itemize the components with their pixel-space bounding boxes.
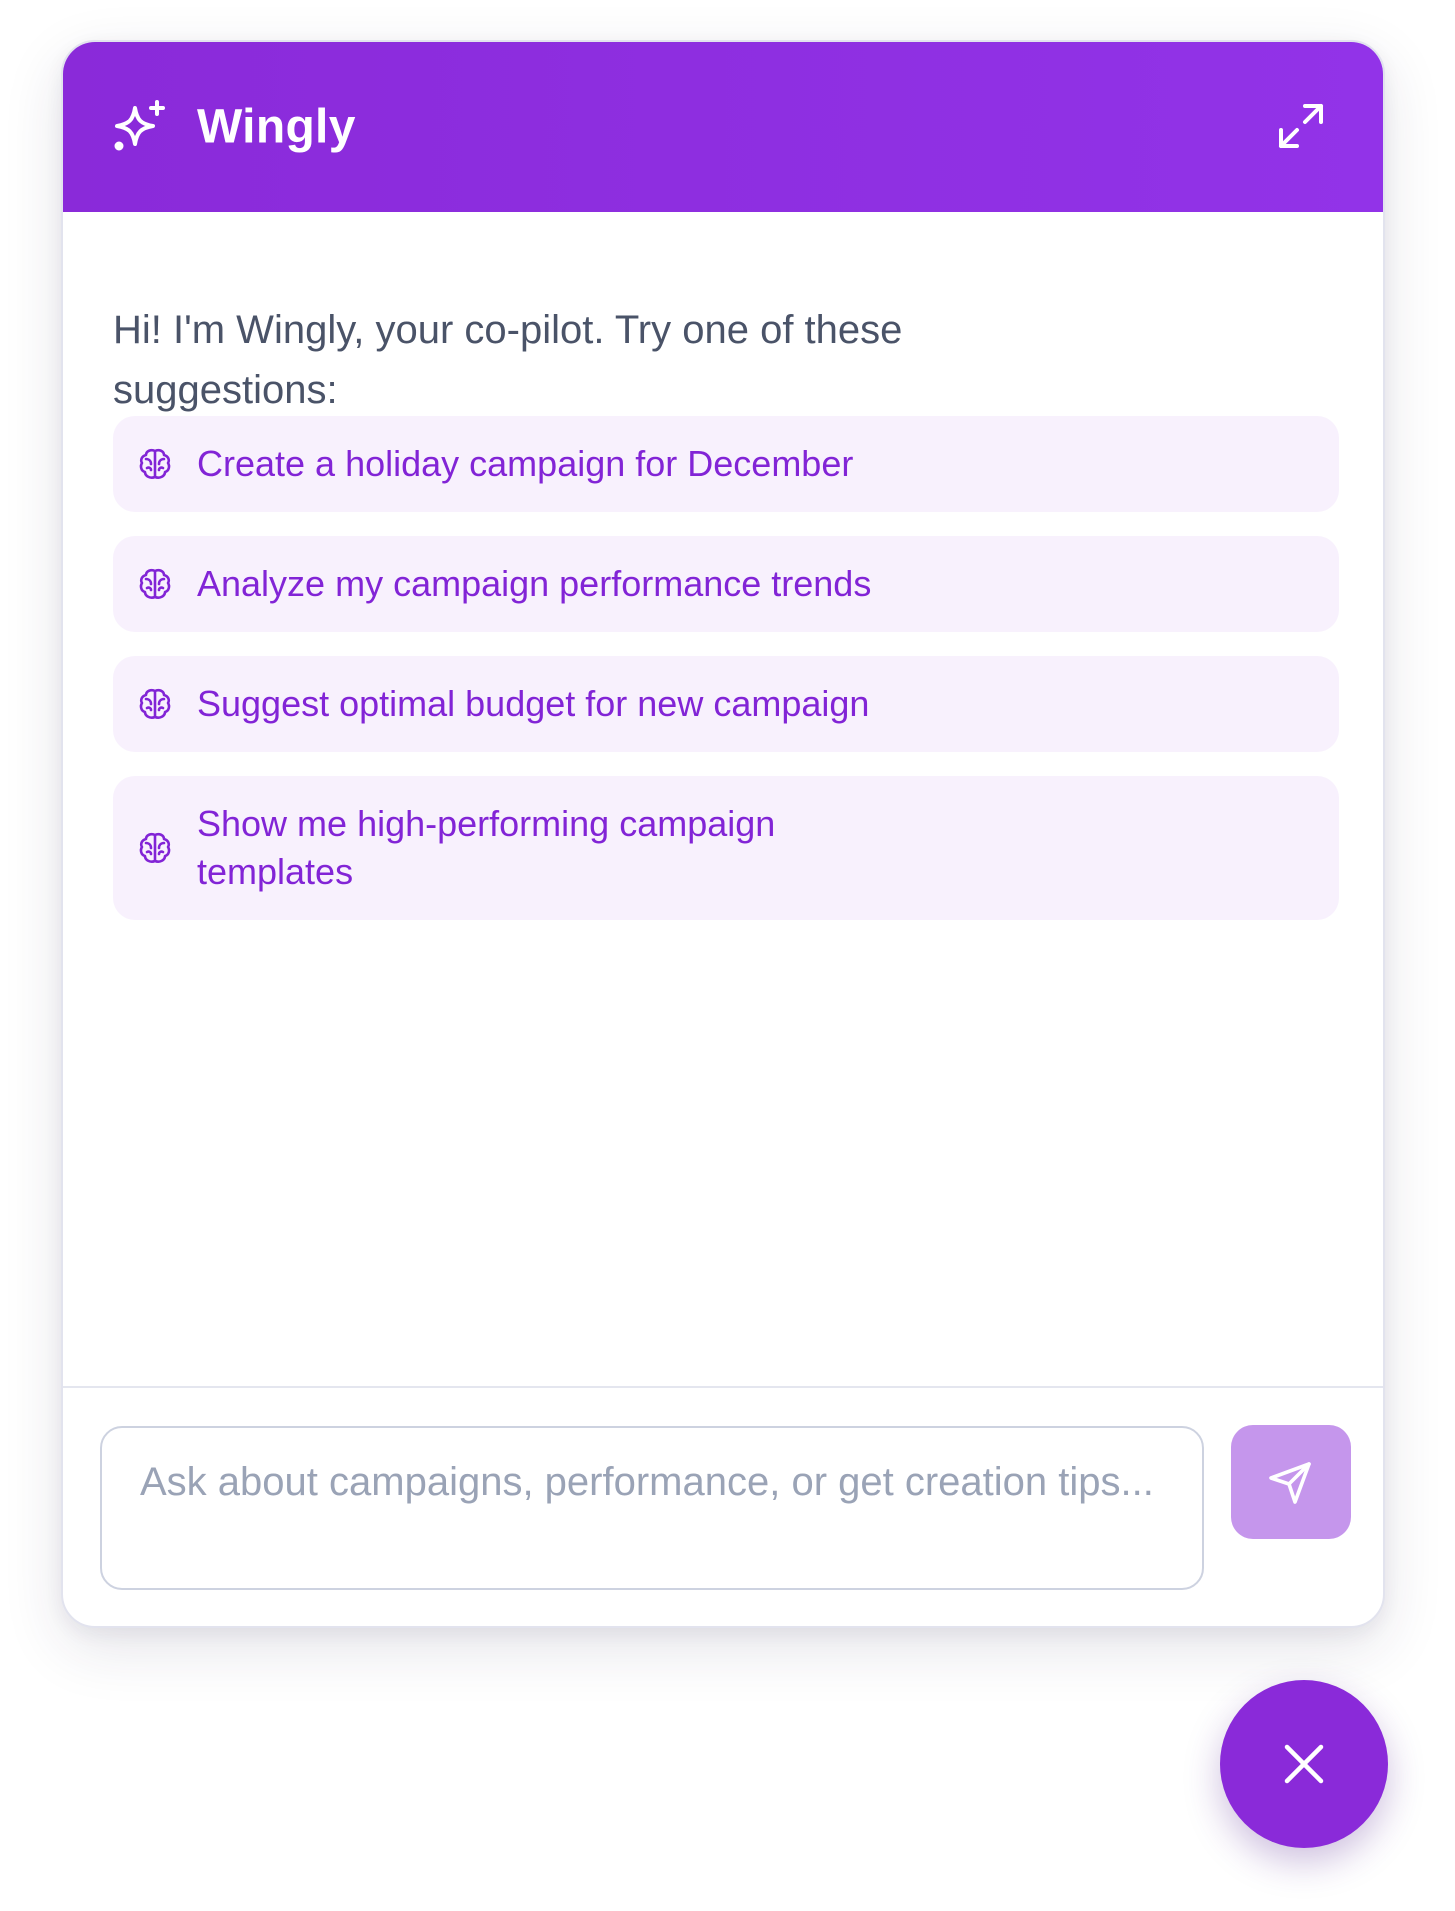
send-icon	[1269, 1462, 1311, 1504]
brain-icon	[139, 832, 171, 863]
chat-window: Wingly Hi! I'm Wingly, your co-pilot. Tr…	[61, 40, 1385, 1628]
close-chat-button[interactable]	[1220, 1680, 1388, 1848]
suggestion-optimal-budget[interactable]: Suggest optimal budget for new campaign	[113, 656, 1339, 752]
suggestion-list: Create a holiday campaign for December A…	[113, 416, 1339, 944]
composer	[63, 1386, 1383, 1626]
brain-icon	[139, 688, 171, 719]
suggestion-label: Analyze my campaign performance trends	[197, 563, 872, 604]
close-icon	[1284, 1744, 1324, 1784]
suggestion-label: Create a holiday campaign for December	[197, 443, 854, 484]
sparkles-icon	[114, 100, 165, 151]
suggestion-label: Suggest optimal budget for new campaign	[197, 683, 870, 724]
message-input[interactable]	[100, 1426, 1204, 1590]
chat-header: Wingly	[63, 42, 1383, 212]
suggestion-holiday-campaign[interactable]: Create a holiday campaign for December	[113, 416, 1339, 512]
send-button[interactable]	[1231, 1425, 1351, 1539]
suggestion-label: Show me high-performing campaign templat…	[197, 803, 776, 892]
suggestion-analyze-performance[interactable]: Analyze my campaign performance trends	[113, 536, 1339, 632]
expand-icon[interactable]	[1275, 100, 1327, 152]
brain-icon	[139, 448, 171, 479]
brain-icon	[139, 568, 171, 599]
welcome-message: Hi! I'm Wingly, your co-pilot. Try one o…	[113, 308, 903, 412]
suggestion-campaign-templates[interactable]: Show me high-performing campaign templat…	[113, 776, 1339, 920]
app-title: Wingly	[197, 100, 356, 154]
